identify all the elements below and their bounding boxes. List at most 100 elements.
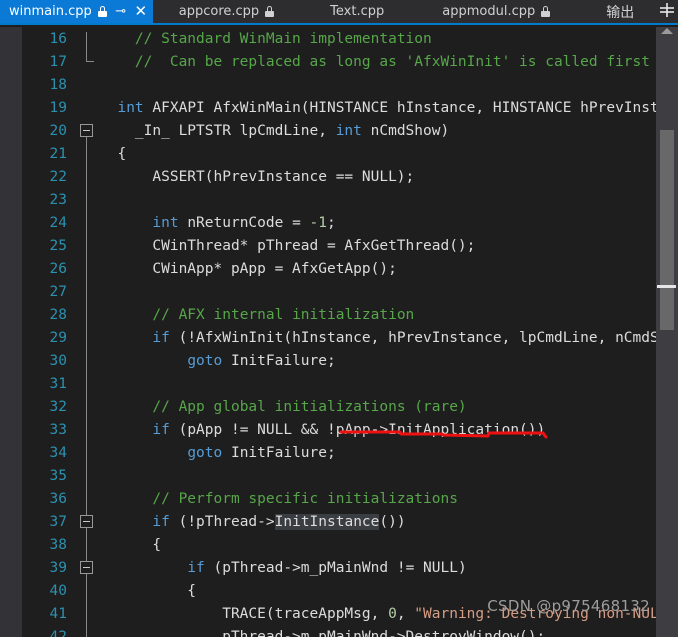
code-text: CWinApp* pApp = AfxGetApp(); xyxy=(100,258,397,281)
line-number: 38 xyxy=(49,537,67,553)
code-text: { xyxy=(100,580,196,603)
line-number: 17 xyxy=(49,54,67,70)
code-token: (!AfxWinInit(hInstance, hPrevInstance, l… xyxy=(169,330,659,346)
code-line[interactable]: 27 xyxy=(0,281,656,304)
code-line[interactable]: 20 _In_ LPTSTR lpCmdLine, int nCmdShow) xyxy=(0,120,656,143)
code-token: if xyxy=(152,422,170,438)
code-token: InitFailure; xyxy=(222,353,336,369)
tab-appcore-cpp[interactable]: appcore.cpp xyxy=(153,0,304,23)
code-line[interactable]: 22 ASSERT(hPrevInstance == NULL); xyxy=(0,166,656,189)
code-token: nReturnCode = xyxy=(178,215,310,231)
code-token: (pThread->m_pMainWnd != NULL) xyxy=(204,560,467,576)
code-line[interactable]: 16 // Standard WinMain implementation xyxy=(0,28,656,51)
tab-appmodul-cpp[interactable]: appmodul.cpp xyxy=(416,0,580,23)
code-line[interactable]: 38 { xyxy=(0,534,656,557)
line-number: 36 xyxy=(49,491,67,507)
code-line[interactable]: 17 // Can be replaced as long as 'AfxWin… xyxy=(0,51,656,74)
code-line[interactable]: 23 xyxy=(0,189,656,212)
code-line[interactable]: 37 if (!pThread->InitInstance()) xyxy=(0,511,656,534)
code-line[interactable]: 34 goto InitFailure; xyxy=(0,442,656,465)
line-number: 40 xyxy=(49,583,67,599)
code-token: -1 xyxy=(309,215,328,231)
code-line[interactable]: 31 xyxy=(0,373,656,396)
lock-icon xyxy=(265,6,275,17)
line-number: 42 xyxy=(49,629,67,637)
tab-winmain-cpp[interactable]: winmain.cpp ⊸ ✕ xyxy=(0,0,153,23)
code-token: CWinApp* pApp = AfxGetApp(); xyxy=(100,261,397,277)
up-arrow-glyph xyxy=(661,28,673,34)
scrollbar-thumb[interactable] xyxy=(660,130,674,330)
code-token: if xyxy=(187,560,205,576)
code-token: int xyxy=(335,123,362,139)
code-text: goto InitFailure; xyxy=(100,442,335,465)
code-token: (pApp != NULL && !pApp->InitApplication(… xyxy=(169,422,546,438)
code-line[interactable]: 29 if (!AfxWinInit(hInstance, hPrevInsta… xyxy=(0,327,659,350)
code-line[interactable]: 19 int AFXAPI AfxWinMain(HINSTANCE hInst… xyxy=(0,97,668,120)
code-editor[interactable]: 16 // Standard WinMain implementation 17 … xyxy=(0,27,678,637)
line-number: 28 xyxy=(49,307,67,323)
tab-label: winmain.cpp xyxy=(9,4,92,19)
line-number: 32 xyxy=(49,399,67,415)
code-text: // Perform specific initializations xyxy=(100,488,458,511)
code-token: int xyxy=(152,215,179,231)
scrollbar-up-arrow-icon[interactable] xyxy=(656,20,678,42)
lock-icon xyxy=(541,6,551,17)
code-line[interactable]: 39 if (pThread->m_pMainWnd != NULL) xyxy=(0,557,656,580)
fold-toggle-39[interactable] xyxy=(80,561,93,574)
pin-icon[interactable]: ⊸ xyxy=(114,5,128,18)
vertical-scrollbar[interactable] xyxy=(656,27,678,637)
code-text: ASSERT(hPrevInstance == NULL); xyxy=(100,166,414,189)
line-number: 16 xyxy=(49,31,67,47)
line-number: 39 xyxy=(49,560,67,576)
code-token: ASSERT(hPrevInstance == NULL); xyxy=(100,169,415,185)
line-number: 33 xyxy=(49,422,67,438)
code-line[interactable]: 24 int nReturnCode = -1; xyxy=(0,212,656,235)
code-token: InitInstance xyxy=(274,514,380,530)
fold-toggle-20[interactable] xyxy=(80,124,93,137)
code-token: , xyxy=(396,606,415,622)
code-token: _In_ LPTSTR lpCmdLine, xyxy=(100,123,336,139)
line-number: 18 xyxy=(49,77,67,93)
code-line[interactable]: 26 CWinApp* pApp = AfxGetApp(); xyxy=(0,258,656,281)
code-line[interactable]: 18 xyxy=(0,74,656,97)
fold-toggle-37[interactable] xyxy=(80,515,93,528)
code-line[interactable]: 21 { xyxy=(0,143,656,166)
code-line[interactable]: 32 // App global initializations (rare) xyxy=(0,396,656,419)
close-icon[interactable]: ✕ xyxy=(133,4,149,19)
tab-output[interactable]: 输出 xyxy=(580,0,666,23)
line-number: 26 xyxy=(49,261,67,277)
split-view-icon[interactable] xyxy=(656,0,678,20)
fold-guide-cap xyxy=(86,61,94,62)
code-line[interactable]: 28 // AFX internal initialization xyxy=(0,304,656,327)
code-token: goto xyxy=(187,445,223,461)
tab-label: appmodul.cpp xyxy=(442,4,536,19)
code-line[interactable]: 36 // Perform specific initializations xyxy=(0,488,656,511)
code-text: // Can be replaced as long as 'AfxWinIni… xyxy=(100,51,650,74)
code-line[interactable]: 30 goto InitFailure; xyxy=(0,350,656,373)
line-number: 24 xyxy=(49,215,67,231)
tab-text-cpp[interactable]: Text.cpp xyxy=(304,0,416,23)
code-token: int xyxy=(117,100,144,116)
line-number: 25 xyxy=(49,238,67,254)
code-token: ()) xyxy=(379,514,406,530)
code-token: AFXAPI AfxWinMain(HINSTANCE hInstance, H… xyxy=(143,100,668,116)
line-number: 31 xyxy=(49,376,67,392)
code-line[interactable]: 33 if (pApp != NULL && !pApp->InitApplic… xyxy=(0,419,656,442)
code-text: // App global initializations (rare) xyxy=(100,396,466,419)
code-text: if (pThread->m_pMainWnd != NULL) xyxy=(100,557,467,580)
code-line[interactable]: 35 xyxy=(0,465,656,488)
tab-label: appcore.cpp xyxy=(178,4,260,19)
code-surface[interactable]: 16 // Standard WinMain implementation 17 … xyxy=(0,27,668,637)
tab-label: 输出 xyxy=(606,4,635,21)
line-number: 29 xyxy=(49,330,67,346)
code-token: { xyxy=(100,583,197,599)
code-line[interactable]: 25 CWinThread* pThread = AfxGetThread(); xyxy=(0,235,656,258)
code-line[interactable]: 42 pThread->m_pMainWnd->DestroyWindow(); xyxy=(0,626,656,637)
split-glyph xyxy=(660,3,674,17)
